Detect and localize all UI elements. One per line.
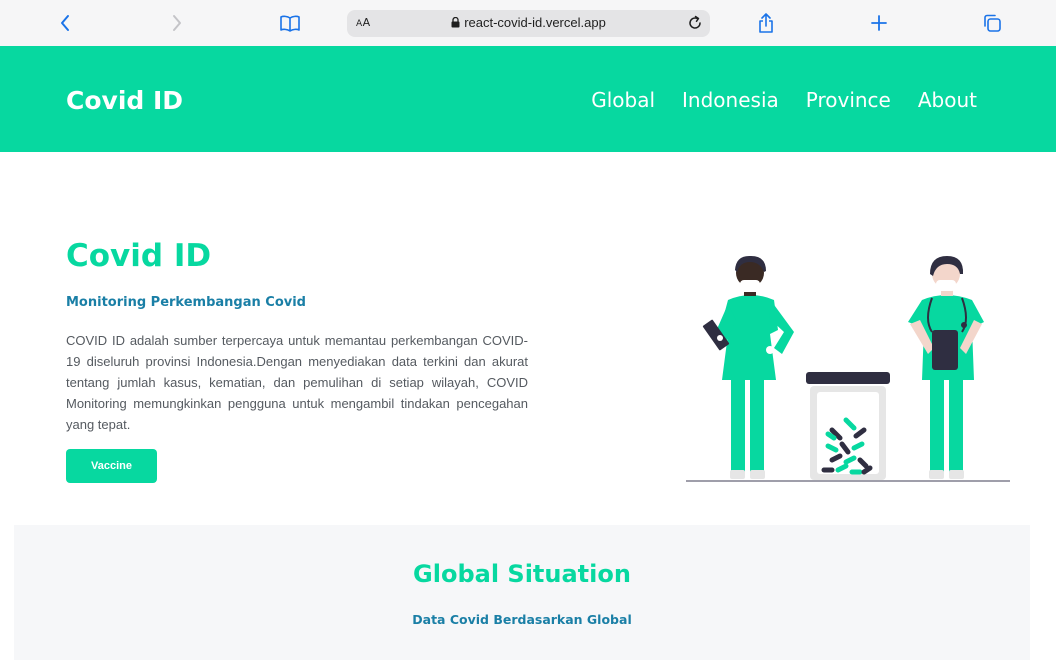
url-display[interactable]: react-covid-id.vercel.app — [347, 15, 710, 30]
tabs-icon — [984, 14, 1001, 32]
share-icon — [759, 13, 773, 33]
nav-link-global[interactable]: Global — [591, 88, 655, 112]
address-bar[interactable]: AA react-covid-id.vercel.app — [347, 10, 710, 37]
brand-logo[interactable]: Covid ID — [66, 86, 183, 115]
global-section-title: Global Situation — [413, 560, 631, 588]
global-situation-section: Global Situation Data Covid Berdasarkan … — [14, 525, 1030, 660]
lock-icon — [451, 17, 460, 28]
browser-toolbar: AA react-covid-id.vercel.app — [0, 0, 1056, 46]
global-section-subtitle: Data Covid Berdasarkan Global — [412, 612, 632, 627]
reload-icon — [689, 15, 701, 29]
hero-description: COVID ID adalah sumber terpercaya untuk … — [66, 333, 528, 432]
hero-title: Covid ID — [66, 238, 212, 274]
nav-link-province[interactable]: Province — [806, 88, 891, 112]
nav-link-about[interactable]: About — [918, 88, 977, 112]
back-button[interactable] — [49, 8, 81, 38]
share-button[interactable] — [750, 8, 782, 38]
new-tab-button[interactable] — [863, 8, 895, 38]
vaccine-button[interactable]: Vaccine — [66, 449, 157, 483]
url-text: react-covid-id.vercel.app — [464, 15, 606, 30]
bookmarks-button[interactable] — [274, 8, 306, 38]
reload-button[interactable] — [686, 14, 704, 36]
nav-menu: Global Indonesia Province About — [591, 88, 977, 112]
tabs-button[interactable] — [976, 8, 1008, 38]
health-workers-illustration — [684, 250, 1014, 485]
new-tab-icon — [871, 15, 887, 31]
nav-link-indonesia[interactable]: Indonesia — [682, 88, 779, 112]
bookmarks-icon — [280, 15, 300, 32]
left-health-worker-figure — [702, 255, 794, 479]
hero-subtitle: Monitoring Perkembangan Covid — [66, 295, 306, 310]
right-health-worker-figure — [908, 256, 984, 479]
forward-button[interactable] — [161, 8, 193, 38]
site-navbar: Covid ID Global Indonesia Province About — [0, 46, 1056, 152]
forward-icon — [173, 15, 181, 31]
back-icon — [61, 15, 69, 31]
pill-jar-figure — [806, 372, 890, 480]
